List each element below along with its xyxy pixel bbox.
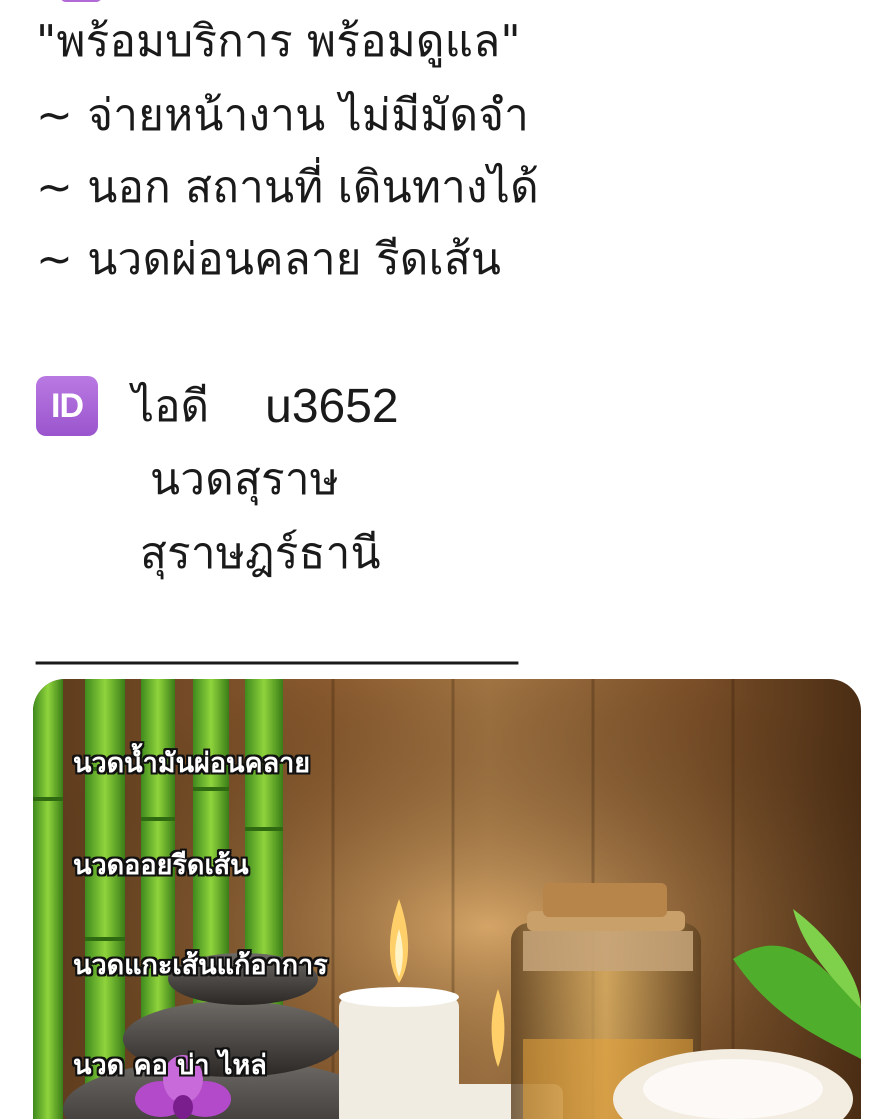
id-row: ID ไอดี u3652	[36, 376, 399, 436]
service-therapy-massage: นวดแกะเส้นแก้อาการ	[73, 950, 328, 981]
divider-line: ________________________	[36, 614, 518, 665]
post-line-massage: ~ นวดผ่อนคลาย รีดเส้น	[36, 234, 502, 285]
post-line-payment: ~ จ่ายหน้างาน ไม่มีมัดจำ	[36, 90, 529, 141]
id-value[interactable]: u3652	[265, 379, 398, 434]
id-label: ไอดี	[132, 381, 210, 432]
post-line-outcall: ~ นอก สถานที่ เดินทางได้	[36, 162, 539, 213]
id-icon: ID	[36, 376, 98, 436]
service-name: นวดสุราษ	[150, 454, 339, 505]
province-name: สุราษฎร์ธานี	[140, 528, 381, 579]
service-oil-deep-tissue: นวดออยรีดเส้น	[73, 850, 249, 881]
service-neck-shoulder-massage: นวด คอ บ่า ไหล่	[73, 1050, 267, 1081]
top-emoji-fragment	[60, 0, 102, 2]
post-image[interactable]: นวดน้ำมันผ่อนคลาย นวดออยรีดเส้น นวดแกะเส…	[33, 679, 861, 1119]
service-oil-massage: นวดน้ำมันผ่อนคลาย	[73, 748, 311, 779]
post-tagline: "พร้อมบริการ พร้อมดูแล"	[36, 16, 521, 67]
